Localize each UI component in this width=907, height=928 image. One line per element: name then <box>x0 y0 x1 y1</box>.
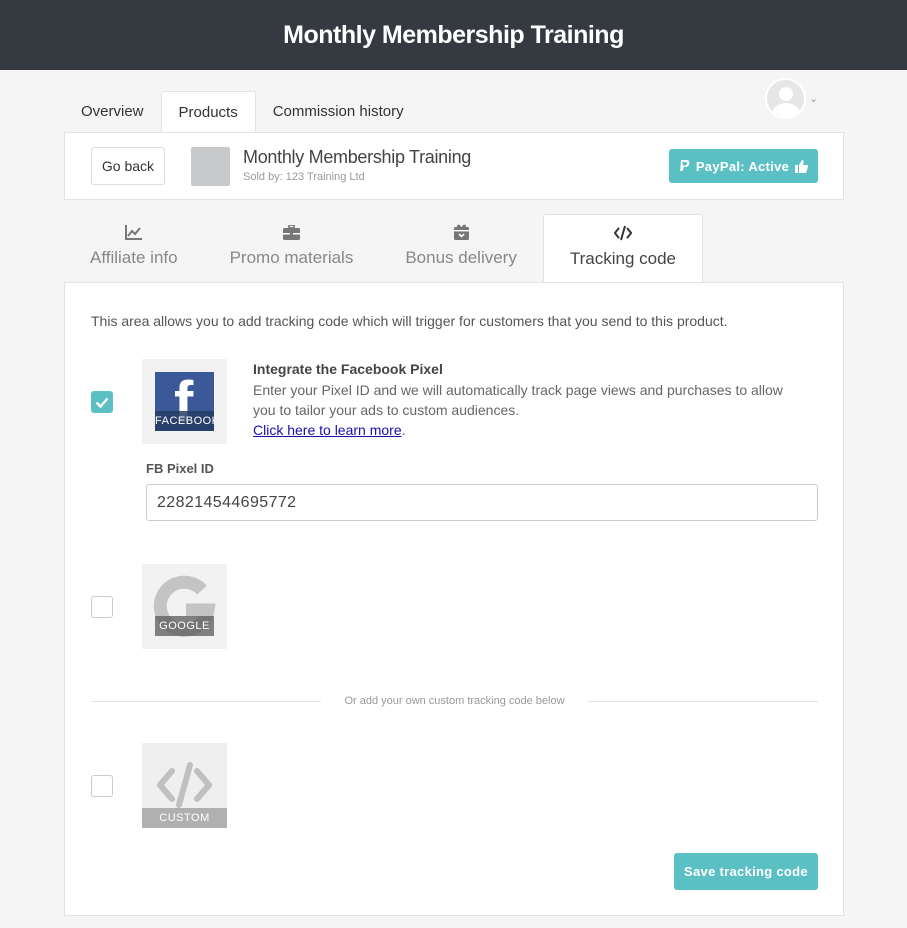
link-suffix: . <box>401 422 406 438</box>
google-checkbox[interactable] <box>91 596 113 618</box>
page-title: Monthly Membership Training <box>283 20 624 49</box>
tracking-intro: This area allows you to add tracking cod… <box>91 313 728 329</box>
facebook-description-text: Enter your Pixel ID and we will automati… <box>253 382 783 418</box>
tab-tracking-code[interactable]: Tracking code <box>542 214 704 283</box>
google-tile-label: GOOGLE <box>155 616 214 636</box>
main-tabs: Overview Products Commission history <box>64 91 421 134</box>
product-header: Go back Monthly Membership Training Sold… <box>64 132 844 200</box>
go-back-button[interactable]: Go back <box>91 147 165 185</box>
tracking-panel: This area allows you to add tracking cod… <box>64 282 844 916</box>
product-title: Monthly Membership Training <box>243 147 472 167</box>
tab-label: Promo materials <box>229 248 354 267</box>
facebook-icon: f FACEBOOK <box>155 372 214 431</box>
paypal-status-button[interactable]: PayPal: Active <box>669 149 818 183</box>
tab-products[interactable]: Products <box>160 91 256 134</box>
facebook-tile-label: FACEBOOK <box>155 411 214 431</box>
tab-affiliate-info[interactable]: Affiliate info <box>64 214 204 282</box>
facebook-checkbox[interactable] <box>91 391 113 413</box>
tab-overview[interactable]: Overview <box>64 91 161 133</box>
facebook-integration-title: Integrate the Facebook Pixel <box>253 361 443 377</box>
check-icon <box>95 397 109 408</box>
code-icon <box>613 225 632 241</box>
tab-bonus-delivery[interactable]: Bonus delivery <box>379 214 543 282</box>
tab-label: Bonus delivery <box>405 248 517 267</box>
tab-commission-history[interactable]: Commission history <box>256 91 421 133</box>
custom-tile-label: CUSTOM <box>142 808 227 828</box>
facebook-logo-tile: f FACEBOOK <box>142 359 227 444</box>
google-logo-tile: GOOGLE <box>142 564 227 649</box>
paypal-status-label: PayPal: Active <box>695 158 790 174</box>
learn-more-link[interactable]: Click here to learn more <box>253 422 402 438</box>
top-bar: Monthly Membership Training <box>0 0 907 70</box>
thumbs-up-icon <box>795 159 809 173</box>
product-thumbnail <box>191 147 230 186</box>
save-tracking-code-button[interactable]: Save tracking code <box>674 853 818 890</box>
custom-checkbox[interactable] <box>91 775 113 797</box>
tab-label: Affiliate info <box>90 248 178 267</box>
sub-tabs: Affiliate info Promo materials Bonus del… <box>64 214 704 283</box>
gift-icon <box>452 224 470 240</box>
fb-pixel-id-input[interactable] <box>146 484 818 521</box>
custom-code-divider-text: Or add your own custom tracking code bel… <box>344 695 565 707</box>
paypal-icon <box>680 159 690 171</box>
briefcase-icon <box>282 224 300 240</box>
avatar <box>765 78 806 119</box>
facebook-integration-description: Enter your Pixel ID and we will automati… <box>253 380 793 440</box>
product-seller: Sold by: 123 Training Ltd <box>243 171 365 183</box>
fb-pixel-id-label: FB Pixel ID <box>146 461 214 476</box>
user-menu[interactable]: ⌄ <box>765 78 818 119</box>
tab-label: Tracking code <box>569 249 677 268</box>
chevron-down-icon: ⌄ <box>809 93 819 105</box>
tab-promo-materials[interactable]: Promo materials <box>204 214 380 282</box>
custom-logo-tile: CUSTOM <box>142 743 227 828</box>
google-icon <box>153 575 216 637</box>
chart-icon <box>125 224 143 240</box>
